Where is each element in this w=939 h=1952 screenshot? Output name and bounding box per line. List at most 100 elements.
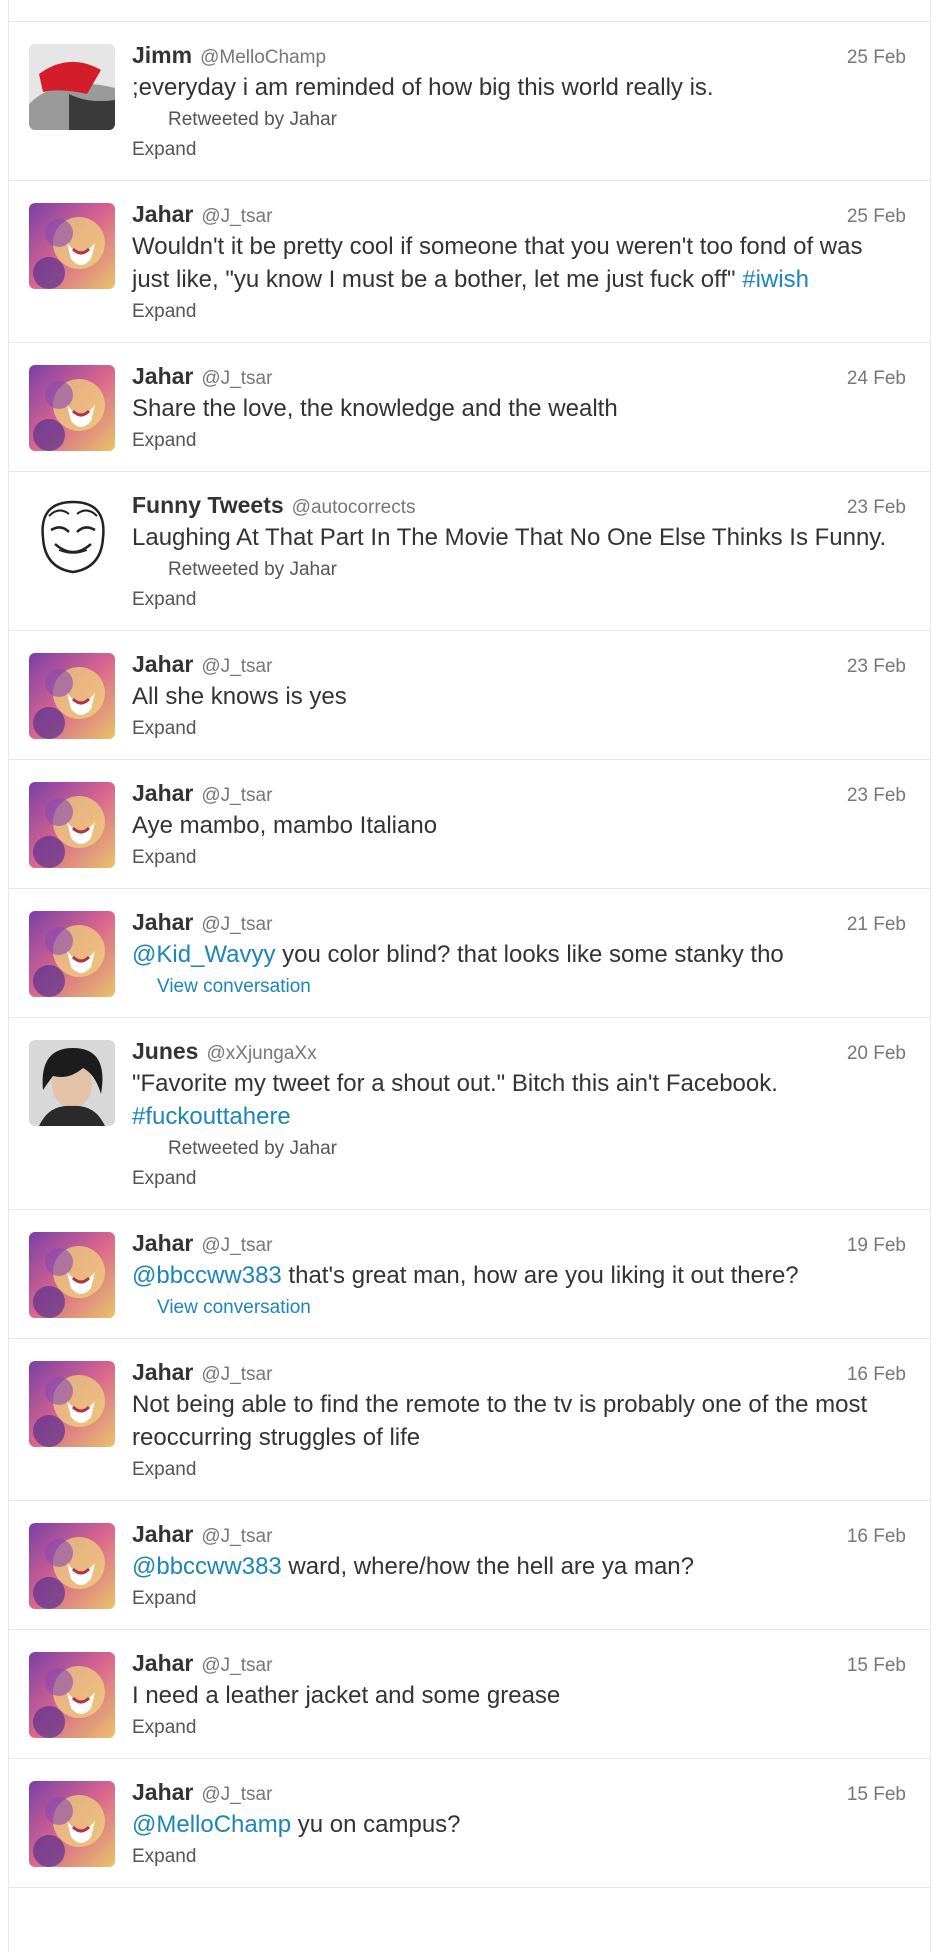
tweet-timestamp[interactable]: 20 Feb [847,1043,906,1065]
tweet-timestamp[interactable]: 23 Feb [847,497,906,519]
lion-avatar[interactable] [29,1361,115,1447]
retweeted-by-label: Retweeted by Jahar [168,559,337,580]
user-name[interactable]: Jahar [132,363,193,390]
lion-avatar[interactable] [29,1232,115,1318]
user-name[interactable]: Jahar [132,1359,193,1386]
user-name[interactable]: Funny Tweets [132,492,284,519]
tweet-timestamp[interactable]: 23 Feb [847,656,906,678]
lion-avatar[interactable] [29,1652,115,1738]
user-name[interactable]: Jahar [132,1650,193,1677]
tweet-text: Share the love, the knowledge and the we… [132,392,906,425]
tweet-header: Jahar @J_tsar 24 Feb [132,363,906,390]
tweet-text-body: Share the love, the knowledge and the we… [132,395,618,422]
user-handle[interactable]: @J_tsar [201,914,272,936]
tweet-timestamp[interactable]: 25 Feb [847,206,906,228]
lion-avatar[interactable] [29,1523,115,1609]
user-handle[interactable]: @J_tsar [201,368,272,390]
tweet-item[interactable]: Jahar @J_tsar 23 Feb Aye mambo, mambo Itali… [9,760,930,889]
user-handle[interactable]: @J_tsar [201,206,272,228]
tweet-item[interactable]: Funny Tweets @autocorrects 23 Feb Laughing … [9,472,930,631]
user-name[interactable]: Jahar [132,780,193,807]
tweet-timestamp[interactable]: 15 Feb [847,1655,906,1677]
dark-hair-avatar[interactable] [29,1040,115,1126]
user-handle[interactable]: @MelloChamp [200,47,326,69]
tweet-timestamp[interactable]: 15 Feb [847,1784,906,1806]
expand-link[interactable]: Expand [132,1843,906,1871]
stream-top-divider [9,0,930,22]
user-name[interactable]: Jahar [132,1521,193,1548]
tweet-timestamp[interactable]: 21 Feb [847,914,906,936]
expand-link[interactable]: Expand [132,844,906,872]
tweet-item[interactable]: Jahar @J_tsar 16 Feb Not being able to find… [9,1339,930,1501]
user-handle[interactable]: @J_tsar [201,785,272,807]
user-handle[interactable]: @J_tsar [201,1235,272,1257]
user-name[interactable]: Jimm [132,42,192,69]
tweet-item[interactable]: Jahar @J_tsar 21 Feb @Kid_Wavyy you color b… [9,889,930,1018]
user-name[interactable]: Jahar [132,1230,193,1257]
tweet-text: ;everyday i am reminded of how big this … [132,71,906,104]
user-handle[interactable]: @J_tsar [201,1364,272,1386]
expand-link[interactable]: Expand [132,1585,906,1613]
tweet-header: Jahar @J_tsar 16 Feb [132,1521,906,1548]
lion-avatar[interactable] [29,911,115,997]
tweet-header: Jahar @J_tsar 21 Feb [132,909,906,936]
user-handle[interactable]: @J_tsar [201,656,272,678]
user-handle[interactable]: @autocorrects [292,497,416,519]
mention-link[interactable]: @bbccww383 [132,1262,282,1289]
user-handle[interactable]: @xXjungaXx [206,1043,316,1065]
tweet-timestamp[interactable]: 24 Feb [847,368,906,390]
lion-avatar[interactable] [29,653,115,739]
red-cap-avatar[interactable] [29,44,115,130]
tweet-text-body: Laughing At That Part In The Movie That … [132,524,887,551]
expand-link[interactable]: Expand [132,715,906,743]
mention-link[interactable]: @MelloChamp [132,1811,291,1838]
tweet-timestamp[interactable]: 16 Feb [847,1526,906,1548]
view-conversation-link[interactable]: View conversation [157,1294,906,1322]
tweet-item[interactable]: Jahar @J_tsar 25 Feb Wouldn't it be pretty … [9,181,930,343]
user-handle[interactable]: @J_tsar [201,1526,272,1548]
user-name[interactable]: Jahar [132,201,193,228]
view-conversation-link[interactable]: View conversation [157,973,906,1001]
user-name[interactable]: Jahar [132,651,193,678]
expand-link[interactable]: Expand [132,136,906,164]
lion-avatar[interactable] [29,782,115,868]
tweet-item[interactable]: Jahar @J_tsar 15 Feb I need a leather jacke… [9,1630,930,1759]
hashtag-link[interactable]: #iwish [742,266,809,293]
expand-link[interactable]: Expand [132,298,906,326]
mention-link[interactable]: @bbccww383 [132,1553,282,1580]
lion-avatar[interactable] [29,203,115,289]
expand-link[interactable]: Expand [132,1456,906,1484]
user-name[interactable]: Junes [132,1038,198,1065]
lion-avatar[interactable] [29,1781,115,1867]
tweet-item[interactable]: Jahar @J_tsar 23 Feb All she knows is yes Ex… [9,631,930,760]
tweet-text-body: ward, where/how the hell are ya man? [281,1553,694,1580]
tweet-header: Jahar @J_tsar 16 Feb [132,1359,906,1386]
expand-link[interactable]: Expand [132,1165,906,1193]
user-name[interactable]: Jahar [132,1779,193,1806]
tweet-text: @bbccww383 that's great man, how are you… [132,1259,906,1292]
hashtag-link[interactable]: #fuckouttahere [132,1103,291,1130]
tweet-item[interactable]: Jimm @MelloChamp 25 Feb ;everyday i am remi… [9,22,930,181]
tweet-text: Aye mambo, mambo Italiano [132,809,906,842]
user-handle[interactable]: @J_tsar [201,1784,272,1806]
tweet-item[interactable]: Junes @xXjungaXx 20 Feb "Favorite my tweet … [9,1018,930,1210]
tweet-item[interactable]: Jahar @J_tsar 19 Feb @bbccww383 that's grea… [9,1210,930,1339]
lion-avatar[interactable] [29,365,115,451]
expand-link[interactable]: Expand [132,586,906,614]
tweet-item[interactable]: Jahar @J_tsar 24 Feb Share the love, the kn… [9,343,930,472]
rage-face-avatar[interactable] [29,494,115,580]
tweet-timestamp[interactable]: 19 Feb [847,1235,906,1257]
tweet-text-body: All she knows is yes [132,683,347,710]
expand-link[interactable]: Expand [132,427,906,455]
tweet-header: Jimm @MelloChamp 25 Feb [132,42,906,69]
tweet-item[interactable]: Jahar @J_tsar 15 Feb @MelloChamp yu on camp… [9,1759,930,1888]
tweet-item[interactable]: Jahar @J_tsar 16 Feb @bbccww383 ward, where… [9,1501,930,1630]
tweet-timestamp[interactable]: 16 Feb [847,1364,906,1386]
tweet-timestamp[interactable]: 23 Feb [847,785,906,807]
user-name[interactable]: Jahar [132,909,193,936]
tweet-timestamp[interactable]: 25 Feb [847,47,906,69]
tweet-header: Jahar @J_tsar 19 Feb [132,1230,906,1257]
expand-link[interactable]: Expand [132,1714,906,1742]
mention-link[interactable]: @Kid_Wavyy [132,941,276,968]
user-handle[interactable]: @J_tsar [201,1655,272,1677]
